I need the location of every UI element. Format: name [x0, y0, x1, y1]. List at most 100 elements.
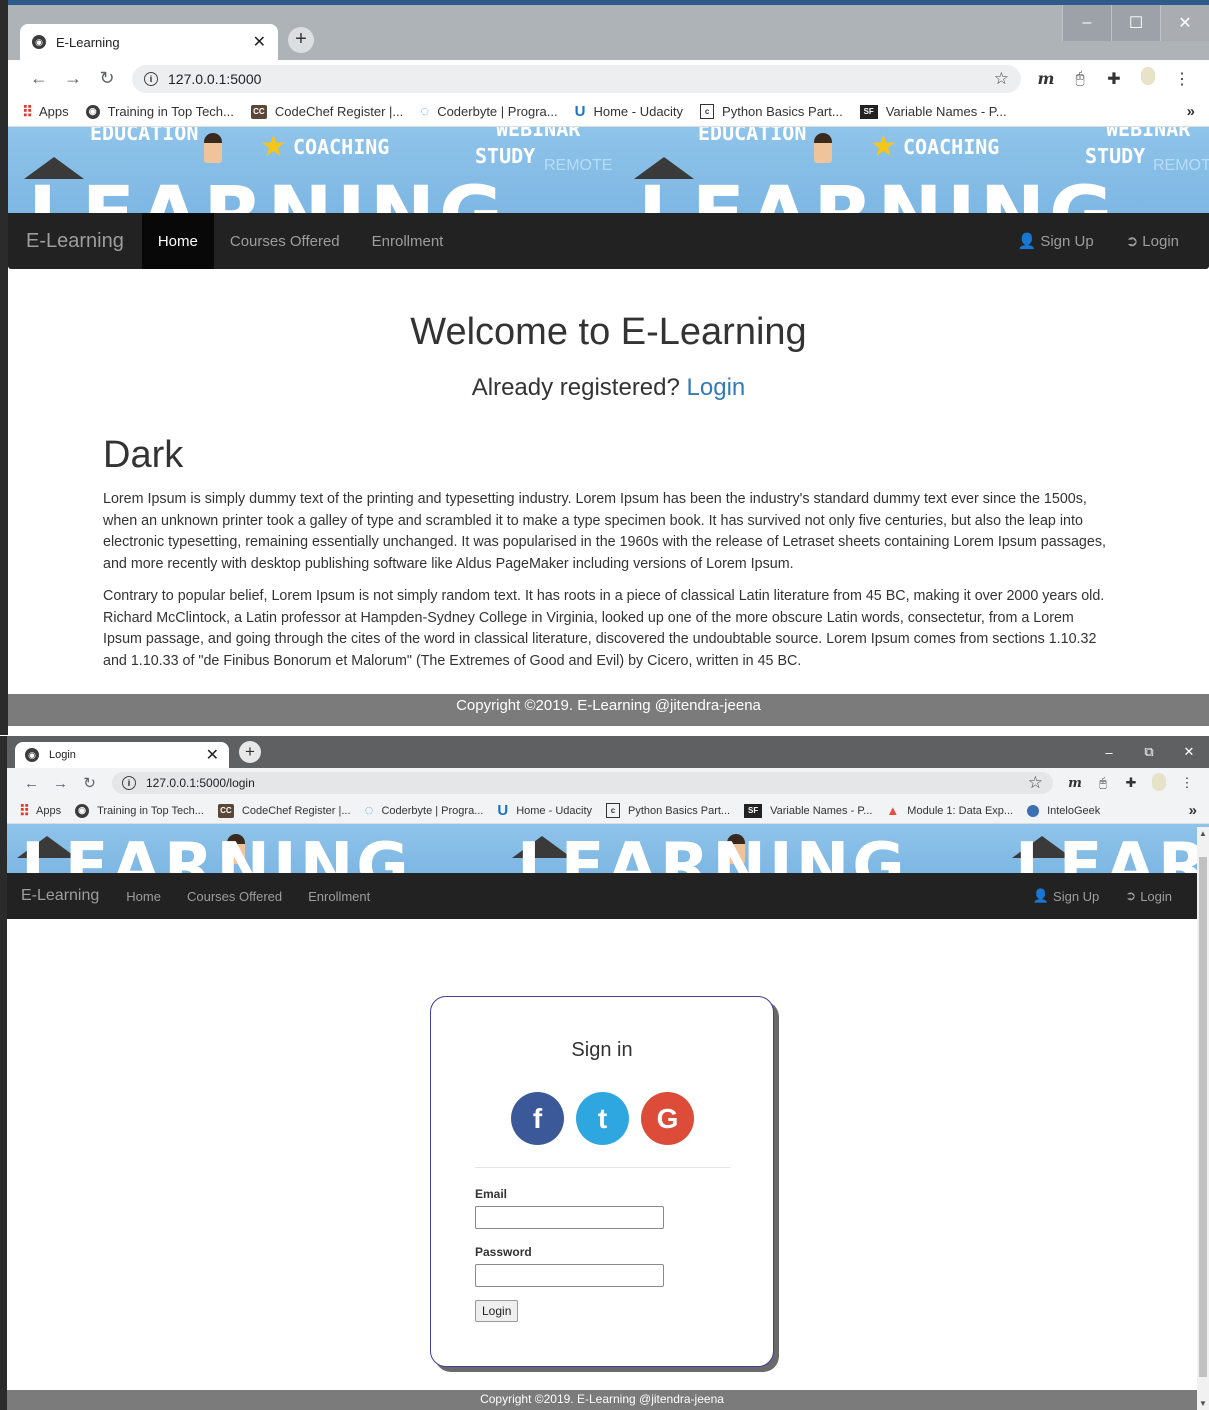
nav-home[interactable]: Home [141, 213, 214, 269]
bookmark-python-basics[interactable]: c Python Basics Part... [700, 104, 843, 119]
bookmark-python-basics[interactable]: c Python Basics Part... [606, 803, 730, 818]
banner-text: WEBINAR [1106, 127, 1191, 141]
login-link[interactable]: Login [687, 374, 746, 401]
nav-courses-offered[interactable]: Courses Offered [174, 873, 295, 919]
learning-banner: LEARNING LEARNING LEARNING [7, 824, 1209, 873]
banner-text: REMOTE [1153, 157, 1209, 174]
bookmark-coderbyte[interactable]: ◌ Coderbyte | Progra... [420, 103, 557, 120]
bookmark-codechef[interactable]: CC CodeChef Register |... [250, 104, 403, 119]
reload-icon[interactable]: ↻ [90, 68, 124, 89]
info-icon[interactable]: i [122, 776, 136, 790]
back-arrow-icon[interactable]: ← [17, 775, 46, 792]
user-icon: 👤 [1017, 233, 1037, 250]
apps-grid-icon: ⠿ [22, 103, 33, 121]
bookmark-udacity[interactable]: U Home - Udacity [575, 103, 683, 120]
puzzle-icon[interactable]: ✚ [1117, 775, 1145, 791]
google-icon[interactable]: G [641, 1092, 694, 1145]
person-illustration [814, 133, 832, 163]
forward-arrow-icon[interactable]: → [56, 68, 90, 89]
browser-toolbar: ← → ↻ i 127.0.0.1:5000/login ☆ m 🖰 ✚ ⋮ [7, 768, 1209, 798]
puzzle-icon[interactable]: ✚ [1097, 69, 1131, 89]
close-window-button[interactable]: ✕ [1169, 736, 1209, 768]
minimize-button[interactable]: – [1062, 5, 1111, 41]
bookmark-codechef[interactable]: CC CodeChef Register |... [217, 803, 351, 818]
nav-home[interactable]: Home [113, 873, 174, 919]
nav-enrollment[interactable]: Enrollment [356, 213, 460, 269]
nav-enrollment[interactable]: Enrollment [295, 873, 383, 919]
main-navbar: E-Learning Home Courses Offered Enrollme… [8, 213, 1209, 269]
maximize-button[interactable]: ☐ [1111, 5, 1160, 41]
minimize-button[interactable]: – [1089, 736, 1129, 768]
lorem-paragraph: Lorem Ipsum is simply dummy text of the … [103, 491, 1106, 573]
scroll-up-icon[interactable]: ▲ [1197, 829, 1209, 838]
login-button[interactable]: Login [475, 1300, 519, 1322]
profile-avatar-icon[interactable] [1131, 67, 1165, 90]
forward-arrow-icon[interactable]: → [46, 775, 75, 792]
bookmark-variable-names[interactable]: SF Variable Names - P... [744, 803, 872, 818]
close-tab-icon[interactable]: ✕ [206, 745, 219, 765]
email-field[interactable] [475, 1206, 664, 1229]
menu-dots-icon[interactable]: ⋮ [1165, 69, 1199, 89]
mouse-extension-icon[interactable]: 🖰 [1089, 775, 1117, 791]
tab-strip: ◉ Login ✕ + – ⧉ ✕ [7, 736, 1209, 768]
bookmarks-bar: ⠿ Apps ◉ Training in Top Tech... CC CodeChe… [8, 97, 1209, 127]
document-icon: c [700, 104, 715, 119]
address-bar[interactable]: i 127.0.0.1:5000 ☆ [132, 64, 1021, 93]
globe-icon: ◉ [25, 748, 39, 762]
back-arrow-icon[interactable]: ← [22, 68, 56, 89]
udacity-icon: U [574, 103, 586, 120]
menu-dots-icon[interactable]: ⋮ [1173, 775, 1201, 791]
nav-login[interactable]: ➲ Login [1112, 873, 1185, 919]
m-extension-icon[interactable]: m [1029, 69, 1063, 88]
bookmark-intelogeek[interactable]: InteloGeek [1027, 804, 1100, 817]
star-icon[interactable]: ☆ [994, 69, 1009, 89]
scroll-down-icon[interactable]: ▼ [1197, 1399, 1209, 1408]
navbar-brand[interactable]: E-Learning [26, 213, 124, 269]
reload-icon[interactable]: ↻ [75, 774, 104, 792]
more-bookmarks-icon[interactable]: » [1189, 802, 1197, 819]
main-navbar: E-Learning Home Courses Offered Enrollme… [7, 873, 1197, 919]
facebook-icon[interactable]: f [511, 1092, 564, 1145]
profile-avatar-icon[interactable] [1145, 772, 1173, 794]
bookmark-training[interactable]: ◉ Training in Top Tech... [85, 104, 234, 119]
bookmark-module-1[interactable]: ▲ Module 1: Data Exp... [886, 803, 1013, 818]
new-tab-button[interactable]: + [239, 741, 261, 763]
nav-sign-up[interactable]: 👤 Sign Up [1020, 873, 1112, 919]
window-controls: – ⧉ ✕ [1089, 736, 1209, 768]
m-extension-icon[interactable]: m [1061, 776, 1089, 791]
bookmark-apps[interactable]: ⠿ Apps [22, 103, 69, 121]
mouse-extension-icon[interactable]: 🖰 [1063, 70, 1097, 88]
globe-icon: ◉ [85, 104, 100, 119]
twitter-icon[interactable]: t [576, 1092, 629, 1145]
tab-strip: ◉ E-Learning ✕ + – ☐ ✕ [8, 0, 1209, 60]
globe-icon: ◉ [32, 35, 46, 49]
browser-tab-login[interactable]: ◉ Login ✕ [15, 742, 229, 768]
info-icon[interactable]: i [144, 71, 158, 86]
star-icon: ★ [870, 130, 897, 163]
navbar-brand[interactable]: E-Learning [21, 873, 99, 919]
close-tab-icon[interactable]: ✕ [253, 32, 266, 52]
nav-courses-offered[interactable]: Courses Offered [214, 213, 356, 269]
scrollbar-thumb[interactable] [1199, 857, 1207, 1377]
scrollbar[interactable]: ▲ ▼ [1197, 827, 1209, 1410]
coderbyte-icon: ◌ [364, 802, 374, 819]
more-bookmarks-icon[interactable]: » [1187, 103, 1195, 120]
password-field[interactable] [475, 1264, 664, 1287]
bookmark-training[interactable]: ◉ Training in Top Tech... [75, 803, 204, 818]
codechef-icon: CC [250, 104, 267, 119]
browser-tab-elearning[interactable]: ◉ E-Learning ✕ [20, 24, 278, 60]
bookmark-apps[interactable]: ⠿ Apps [19, 802, 61, 820]
new-tab-button[interactable]: + [288, 26, 314, 53]
star-icon[interactable]: ☆ [1028, 773, 1043, 793]
bookmark-udacity[interactable]: U Home - Udacity [497, 802, 592, 819]
bookmark-variable-names[interactable]: SF Variable Names - P... [859, 104, 1007, 119]
close-window-button[interactable]: ✕ [1160, 5, 1209, 41]
section-heading: Dark [103, 434, 184, 476]
footer: Copyright ©2019. E-Learning @jitendra-je… [7, 1390, 1197, 1410]
nav-login[interactable]: ➲ Login [1110, 213, 1195, 269]
nav-sign-up[interactable]: 👤 Sign Up [1002, 213, 1110, 269]
bookmark-coderbyte[interactable]: ◌ Coderbyte | Progra... [365, 802, 484, 819]
restore-button[interactable]: ⧉ [1129, 736, 1169, 768]
window-controls: – ☐ ✕ [1062, 5, 1209, 41]
address-bar[interactable]: i 127.0.0.1:5000/login ☆ [112, 772, 1053, 794]
